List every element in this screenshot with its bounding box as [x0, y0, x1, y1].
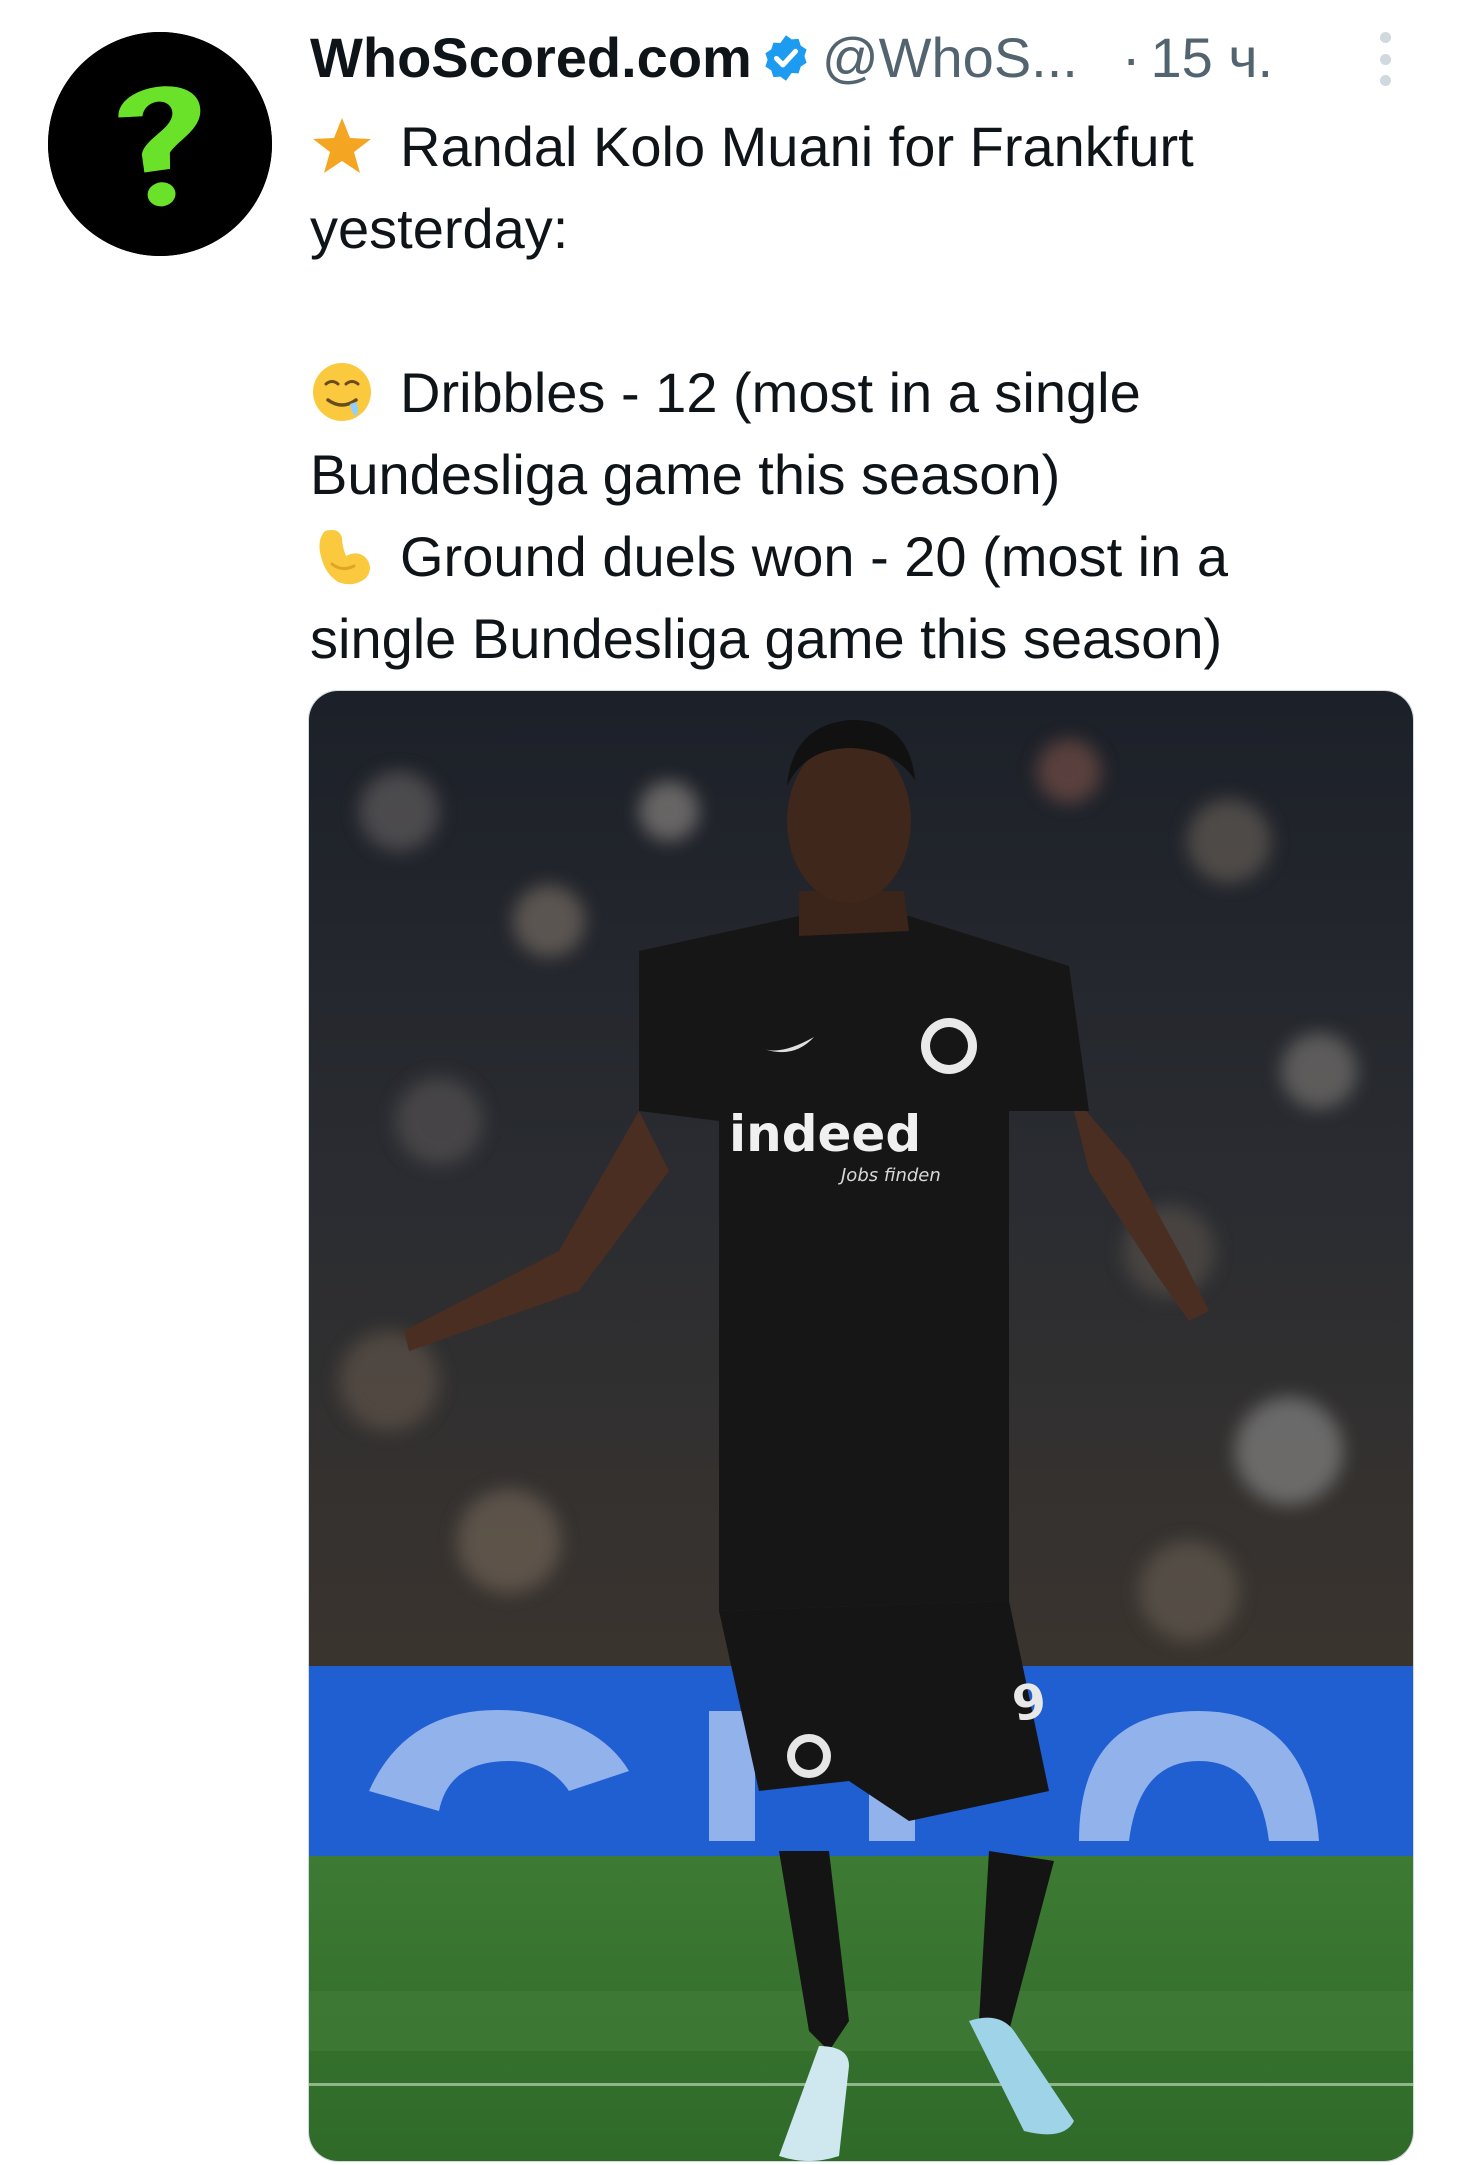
stat2-line2: single Bundesliga game this season) — [310, 607, 1223, 670]
stat1-line2: Bundesliga game this season) — [310, 443, 1061, 506]
tweet-time[interactable]: 15 ч. — [1151, 26, 1274, 90]
flexed-biceps-icon — [319, 530, 370, 585]
stat1-line1: Dribbles - 12 (most in a single — [400, 361, 1141, 424]
author-handle[interactable]: @WhoS... — [822, 26, 1078, 90]
tweet-text-line2: yesterday: — [310, 197, 569, 260]
player-photo-image: 9 indeed Jobs finden — [309, 691, 1413, 2161]
verified-badge-icon — [765, 35, 807, 81]
text-gap — [310, 270, 1370, 352]
more-options-icon[interactable] — [1370, 30, 1400, 88]
question-mark-logo-icon — [48, 32, 272, 256]
text-line: Dribbles - 12 (most in a single — [310, 352, 1370, 434]
text-line: Ground duels won - 20 (most in a — [310, 516, 1370, 598]
tweet-text-line1: Randal Kolo Muani for Frankfurt — [400, 115, 1194, 178]
tweet-header: WhoScored.com @WhoS... · 15 ч. — [310, 26, 1408, 90]
author-name[interactable]: WhoScored.com — [310, 26, 752, 90]
time-separator: · — [1121, 26, 1141, 89]
text-line: Randal Kolo Muani for Frankfurt — [310, 106, 1370, 188]
author-avatar[interactable] — [48, 32, 272, 256]
star-icon — [313, 118, 371, 173]
jersey-sponsor: indeed — [729, 1105, 921, 1163]
jersey-sponsor-sub: Jobs finden — [838, 1165, 941, 1186]
tweet-text: Randal Kolo Muani for Frankfurt yesterda… — [310, 106, 1370, 680]
stat2-line1: Ground duels won - 20 (most in a — [400, 525, 1228, 588]
tweet-photo[interactable]: 9 indeed Jobs finden — [308, 690, 1414, 2162]
drooling-face-icon — [313, 363, 371, 421]
